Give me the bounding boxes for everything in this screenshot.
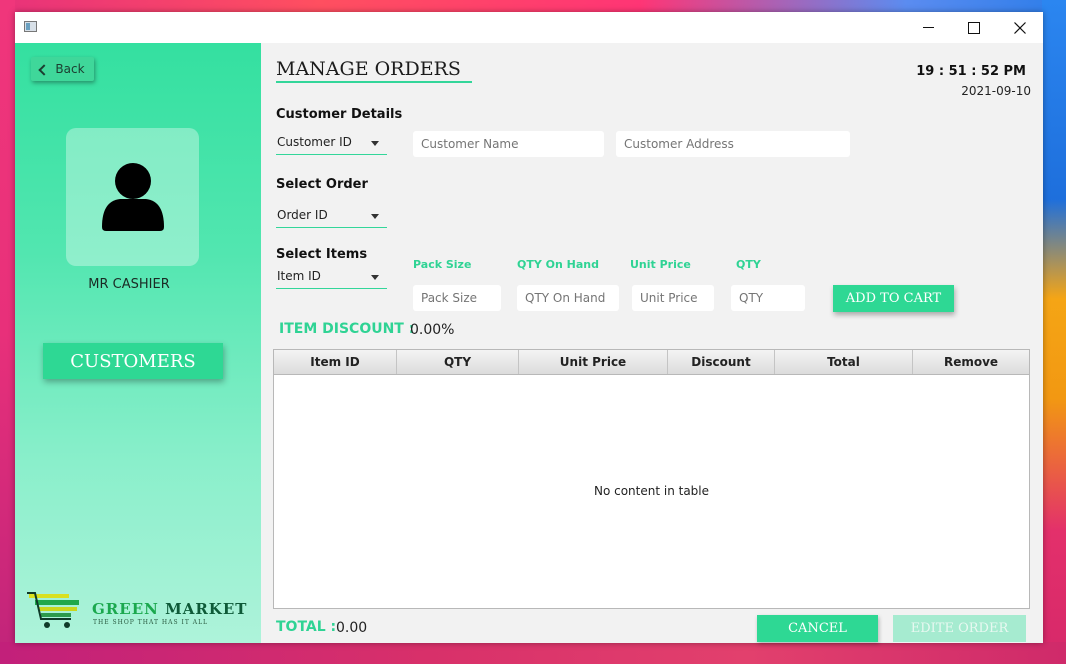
customers-button[interactable]: CUSTOMERS: [43, 343, 223, 379]
order-id-combo-text: Order ID: [277, 208, 328, 222]
column-header-item-id[interactable]: Item ID: [274, 350, 397, 374]
customer-name-input[interactable]: [413, 131, 604, 157]
table-header: Item ID QTY Unit Price Discount Total Re…: [274, 350, 1029, 375]
select-items-label: Select Items: [276, 247, 368, 262]
app-window-icon: [24, 21, 37, 32]
user-name: MR CASHIER: [88, 277, 170, 292]
customer-id-combo[interactable]: Customer ID: [276, 131, 387, 155]
app-window: Back MR CASHIER CUSTOMERS GREEN MARKET T…: [15, 12, 1043, 643]
clock-date: 2021-09-10: [961, 84, 1031, 98]
minimize-icon: [922, 27, 934, 28]
unit-price-input[interactable]: [632, 285, 714, 311]
cancel-button[interactable]: CANCEL: [757, 615, 878, 642]
desktop-wallpaper-right: [1042, 0, 1066, 664]
table-empty-message: No content in table: [593, 484, 710, 498]
order-id-combo[interactable]: Order ID: [276, 204, 387, 228]
customer-address-input[interactable]: [616, 131, 850, 157]
item-discount-value: 0.00%: [410, 322, 455, 338]
maximize-icon: [968, 21, 980, 34]
qty-on-hand-label: QTY On Hand: [517, 258, 599, 271]
qty-label: QTY: [736, 258, 761, 271]
customer-id-combo-text: Customer ID: [277, 135, 352, 149]
dropdown-arrow-icon: [371, 214, 379, 219]
dropdown-arrow-icon: [371, 275, 379, 280]
total-value: 0.00: [336, 620, 368, 636]
customer-details-label: Customer Details: [276, 107, 403, 122]
user-avatar-icon: [102, 163, 164, 231]
column-header-total[interactable]: Total: [775, 350, 913, 374]
add-to-cart-button[interactable]: ADD TO CART: [833, 285, 954, 312]
title-bar[interactable]: [15, 12, 1043, 43]
item-id-combo[interactable]: Item ID: [276, 265, 387, 289]
edit-order-button[interactable]: EDITE ORDER: [893, 615, 1026, 642]
item-id-combo-text: Item ID: [277, 269, 321, 283]
column-header-qty[interactable]: QTY: [397, 350, 519, 374]
page-title: MANAGE ORDERS: [276, 58, 472, 83]
desktop-wallpaper-bottom: [0, 642, 1066, 664]
dropdown-arrow-icon: [371, 141, 379, 146]
maximize-button[interactable]: [951, 12, 997, 43]
logo-green: GREEN: [92, 600, 159, 618]
order-items-table[interactable]: Item ID QTY Unit Price Discount Total Re…: [273, 349, 1030, 609]
back-label: Back: [55, 62, 85, 76]
close-icon: [1014, 21, 1026, 34]
brand-logo: GREEN MARKET THE SHOP THAT HAS IT ALL: [27, 591, 252, 631]
pack-size-label: Pack Size: [413, 258, 472, 271]
close-button[interactable]: [997, 12, 1043, 43]
pack-size-input[interactable]: [413, 285, 501, 311]
avatar: [66, 128, 199, 266]
unit-price-label: Unit Price: [630, 258, 691, 271]
logo-market: MARKET: [165, 600, 248, 618]
column-header-remove[interactable]: Remove: [913, 350, 1029, 374]
back-button[interactable]: Back: [31, 57, 94, 81]
qty-input[interactable]: [731, 285, 805, 311]
desktop-wallpaper-left: [0, 0, 15, 664]
column-header-discount[interactable]: Discount: [668, 350, 775, 374]
select-order-label: Select Order: [276, 177, 368, 192]
clock-time: 19 : 51 : 52 PM: [916, 64, 1026, 79]
qty-on-hand-input[interactable]: [517, 285, 619, 311]
item-discount-label: ITEM DISCOUNT :: [279, 321, 415, 337]
logo-wordmark: GREEN MARKET: [92, 600, 247, 618]
main-panel: MANAGE ORDERS 19 : 51 : 52 PM 2021-09-10…: [261, 43, 1043, 643]
logo-tagline: THE SHOP THAT HAS IT ALL: [93, 619, 209, 626]
chevron-left-icon: [38, 63, 51, 76]
shopping-cart-icon: [27, 592, 79, 628]
sidebar: Back MR CASHIER CUSTOMERS GREEN MARKET T…: [15, 43, 261, 643]
column-header-unit-price[interactable]: Unit Price: [519, 350, 668, 374]
minimize-button[interactable]: [905, 12, 951, 43]
total-label: TOTAL :: [276, 619, 337, 635]
